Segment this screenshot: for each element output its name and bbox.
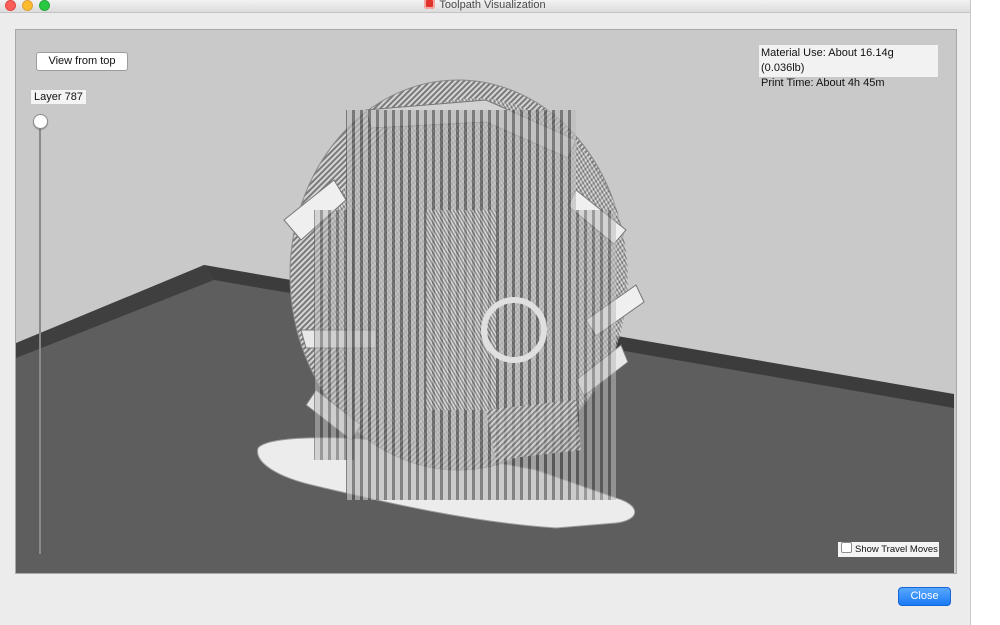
print-stats: Material Use: About 16.14g (0.036lb) Pri… bbox=[759, 45, 938, 89]
close-button[interactable]: Close bbox=[898, 587, 951, 606]
toolpath-viewport[interactable]: View from top Layer 787 Material Use: Ab… bbox=[15, 29, 957, 574]
title-bar[interactable]: Toolpath Visualization bbox=[0, 0, 970, 13]
material-use-text: Material Use: About 16.14g (0.036lb) bbox=[761, 47, 894, 74]
window-title-wrap: Toolpath Visualization bbox=[0, 0, 970, 12]
layer-label: Layer 787 bbox=[31, 90, 86, 104]
window-title: Toolpath Visualization bbox=[439, 0, 546, 11]
print-time-text: Print Time: About 4h 45m bbox=[761, 77, 885, 89]
show-travel-moves-label: Show Travel Moves bbox=[855, 544, 938, 555]
print-lower-detail bbox=[486, 400, 581, 460]
show-travel-moves-toggle[interactable]: Show Travel Moves bbox=[838, 542, 939, 557]
app-icon bbox=[424, 0, 436, 9]
layer-slider-thumb[interactable] bbox=[33, 114, 48, 129]
print-center-detail bbox=[426, 210, 496, 410]
support-pillars-right bbox=[576, 210, 616, 500]
view-from-top-button[interactable]: View from top bbox=[36, 52, 128, 71]
scene-render bbox=[16, 30, 956, 573]
show-travel-moves-checkbox[interactable] bbox=[841, 542, 852, 553]
support-pillars-left bbox=[314, 210, 354, 460]
layer-slider-track[interactable] bbox=[39, 120, 41, 554]
toolpath-window: Toolpath Visualization View from top Lay… bbox=[0, 0, 971, 625]
